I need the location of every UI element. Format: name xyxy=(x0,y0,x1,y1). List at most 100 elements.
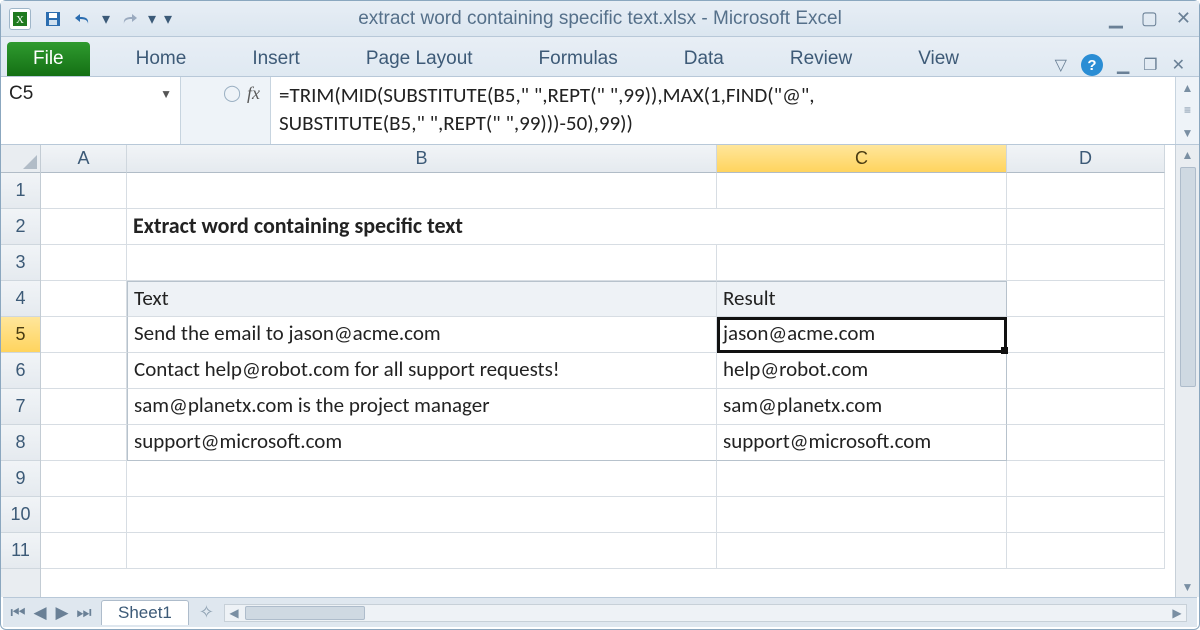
maximize-icon[interactable]: ▢ xyxy=(1141,8,1158,29)
cell[interactable] xyxy=(41,425,127,461)
cell[interactable] xyxy=(1007,173,1165,209)
name-box[interactable]: C5 ▼ xyxy=(1,77,181,144)
undo-dropdown-icon[interactable]: ▾ xyxy=(99,6,113,32)
row-header-7[interactable]: 7 xyxy=(1,389,40,425)
ribbon-minimize-icon[interactable]: ▽ xyxy=(1055,55,1067,75)
sheet-nav-next-icon[interactable]: ▶ xyxy=(51,603,73,623)
cell[interactable] xyxy=(41,173,127,209)
cell[interactable] xyxy=(1007,245,1165,281)
row-header-6[interactable]: 6 xyxy=(1,353,40,389)
cell[interactable] xyxy=(41,245,127,281)
scroll-down-icon[interactable]: ▼ xyxy=(1176,577,1199,597)
row-header-2[interactable]: 2 xyxy=(1,209,40,245)
heading-cell[interactable]: Extract word containing specific text xyxy=(127,209,717,245)
row-header-9[interactable]: 9 xyxy=(1,461,40,497)
col-header-D[interactable]: D xyxy=(1007,145,1165,173)
cell[interactable] xyxy=(1007,533,1165,569)
select-all-corner[interactable] xyxy=(1,145,40,173)
circle-icon[interactable]: ◯ xyxy=(223,83,241,103)
fx-icon[interactable]: fx xyxy=(247,83,260,104)
cell-text[interactable]: Contact help@robot.com for all support r… xyxy=(127,353,717,389)
cell-text[interactable]: support@microsoft.com xyxy=(127,425,717,461)
doc-restore-icon[interactable]: ❐ xyxy=(1143,55,1157,75)
tab-home[interactable]: Home xyxy=(118,42,205,76)
cell-result[interactable]: help@robot.com xyxy=(717,353,1007,389)
tab-data[interactable]: Data xyxy=(666,42,742,76)
formula-scroll-down-icon[interactable]: ▼ xyxy=(1182,126,1194,140)
vertical-scrollbar[interactable]: ▲ ▼ xyxy=(1175,145,1199,597)
sheet-nav-last-icon[interactable]: ⏭ xyxy=(73,603,95,623)
new-sheet-icon[interactable]: ✧ xyxy=(199,602,214,623)
scroll-up-icon[interactable]: ▲ xyxy=(1176,145,1199,165)
row-header-11[interactable]: 11 xyxy=(1,533,40,569)
cell[interactable] xyxy=(1007,209,1165,245)
cell[interactable] xyxy=(1007,425,1165,461)
row-header-8[interactable]: 8 xyxy=(1,425,40,461)
cell[interactable] xyxy=(717,461,1007,497)
cell[interactable] xyxy=(41,533,127,569)
table-header-result[interactable]: Result xyxy=(717,281,1007,317)
save-icon[interactable] xyxy=(39,6,67,32)
help-icon[interactable]: ? xyxy=(1081,54,1103,76)
doc-minimize-icon[interactable]: ▁ xyxy=(1117,55,1129,75)
cell[interactable] xyxy=(717,173,1007,209)
qat-customize-icon[interactable]: ▾ xyxy=(161,6,175,32)
cell[interactable] xyxy=(717,533,1007,569)
row-header-1[interactable]: 1 xyxy=(1,173,40,209)
cell-result[interactable]: support@microsoft.com xyxy=(717,425,1007,461)
formula-scroll-expand-icon[interactable]: ≡ xyxy=(1184,103,1191,117)
col-header-B[interactable]: B xyxy=(127,145,717,173)
cell-text[interactable]: sam@planetx.com is the project manager xyxy=(127,389,717,425)
cell[interactable] xyxy=(127,173,717,209)
redo-icon[interactable] xyxy=(115,6,143,32)
tab-insert[interactable]: Insert xyxy=(234,42,318,76)
cell[interactable] xyxy=(41,461,127,497)
row-header-4[interactable]: 4 xyxy=(1,281,40,317)
cell[interactable] xyxy=(41,317,127,353)
col-header-A[interactable]: A xyxy=(41,145,127,173)
tab-formulas[interactable]: Formulas xyxy=(521,42,636,76)
hscroll-thumb[interactable] xyxy=(245,606,365,620)
sheet-nav-first-icon[interactable]: ⏮ xyxy=(7,603,29,623)
cell[interactable] xyxy=(127,497,717,533)
horizontal-scrollbar[interactable]: ◀ ▶ xyxy=(224,604,1187,622)
cell-result[interactable]: jason@acme.com xyxy=(717,317,1007,353)
row-header-10[interactable]: 10 xyxy=(1,497,40,533)
cell[interactable] xyxy=(41,497,127,533)
tab-page-layout[interactable]: Page Layout xyxy=(348,42,491,76)
excel-icon[interactable]: X xyxy=(9,8,31,30)
scroll-thumb[interactable] xyxy=(1180,167,1196,387)
minimize-icon[interactable]: ▁ xyxy=(1109,8,1123,29)
cell[interactable] xyxy=(1007,281,1165,317)
sheet-tab-sheet1[interactable]: Sheet1 xyxy=(101,600,189,625)
col-header-C[interactable]: C xyxy=(717,145,1007,173)
cell[interactable] xyxy=(1007,461,1165,497)
doc-close-icon[interactable]: ✕ xyxy=(1172,55,1185,75)
name-box-dropdown-icon[interactable]: ▼ xyxy=(160,87,172,101)
undo-icon[interactable] xyxy=(69,6,97,32)
row-header-5[interactable]: 5 xyxy=(1,317,40,353)
cells-area[interactable]: A B C D Extract word containing specific… xyxy=(41,145,1175,597)
formula-scroll-up-icon[interactable]: ▲ xyxy=(1182,81,1194,95)
cell[interactable] xyxy=(127,245,717,281)
cell-text[interactable]: Send the email to jason@acme.com xyxy=(127,317,717,353)
formula-input[interactable]: =TRIM(MID(SUBSTITUTE(B5," ",REPT(" ",99)… xyxy=(271,77,1175,144)
cell[interactable] xyxy=(41,281,127,317)
cell[interactable] xyxy=(127,533,717,569)
cell[interactable] xyxy=(1007,353,1165,389)
redo-dropdown-icon[interactable]: ▾ xyxy=(145,6,159,32)
file-tab[interactable]: File xyxy=(7,42,90,76)
cell[interactable] xyxy=(41,389,127,425)
table-header-text[interactable]: Text xyxy=(127,281,717,317)
cell[interactable] xyxy=(1007,497,1165,533)
cell[interactable] xyxy=(717,245,1007,281)
hscroll-left-icon[interactable]: ◀ xyxy=(225,606,243,620)
cell-result[interactable]: sam@planetx.com xyxy=(717,389,1007,425)
tab-view[interactable]: View xyxy=(900,42,977,76)
cell[interactable] xyxy=(1007,317,1165,353)
cell[interactable] xyxy=(1007,389,1165,425)
cell[interactable] xyxy=(41,353,127,389)
cell[interactable] xyxy=(41,209,127,245)
sheet-nav-prev-icon[interactable]: ◀ xyxy=(29,603,51,623)
cell[interactable] xyxy=(127,461,717,497)
